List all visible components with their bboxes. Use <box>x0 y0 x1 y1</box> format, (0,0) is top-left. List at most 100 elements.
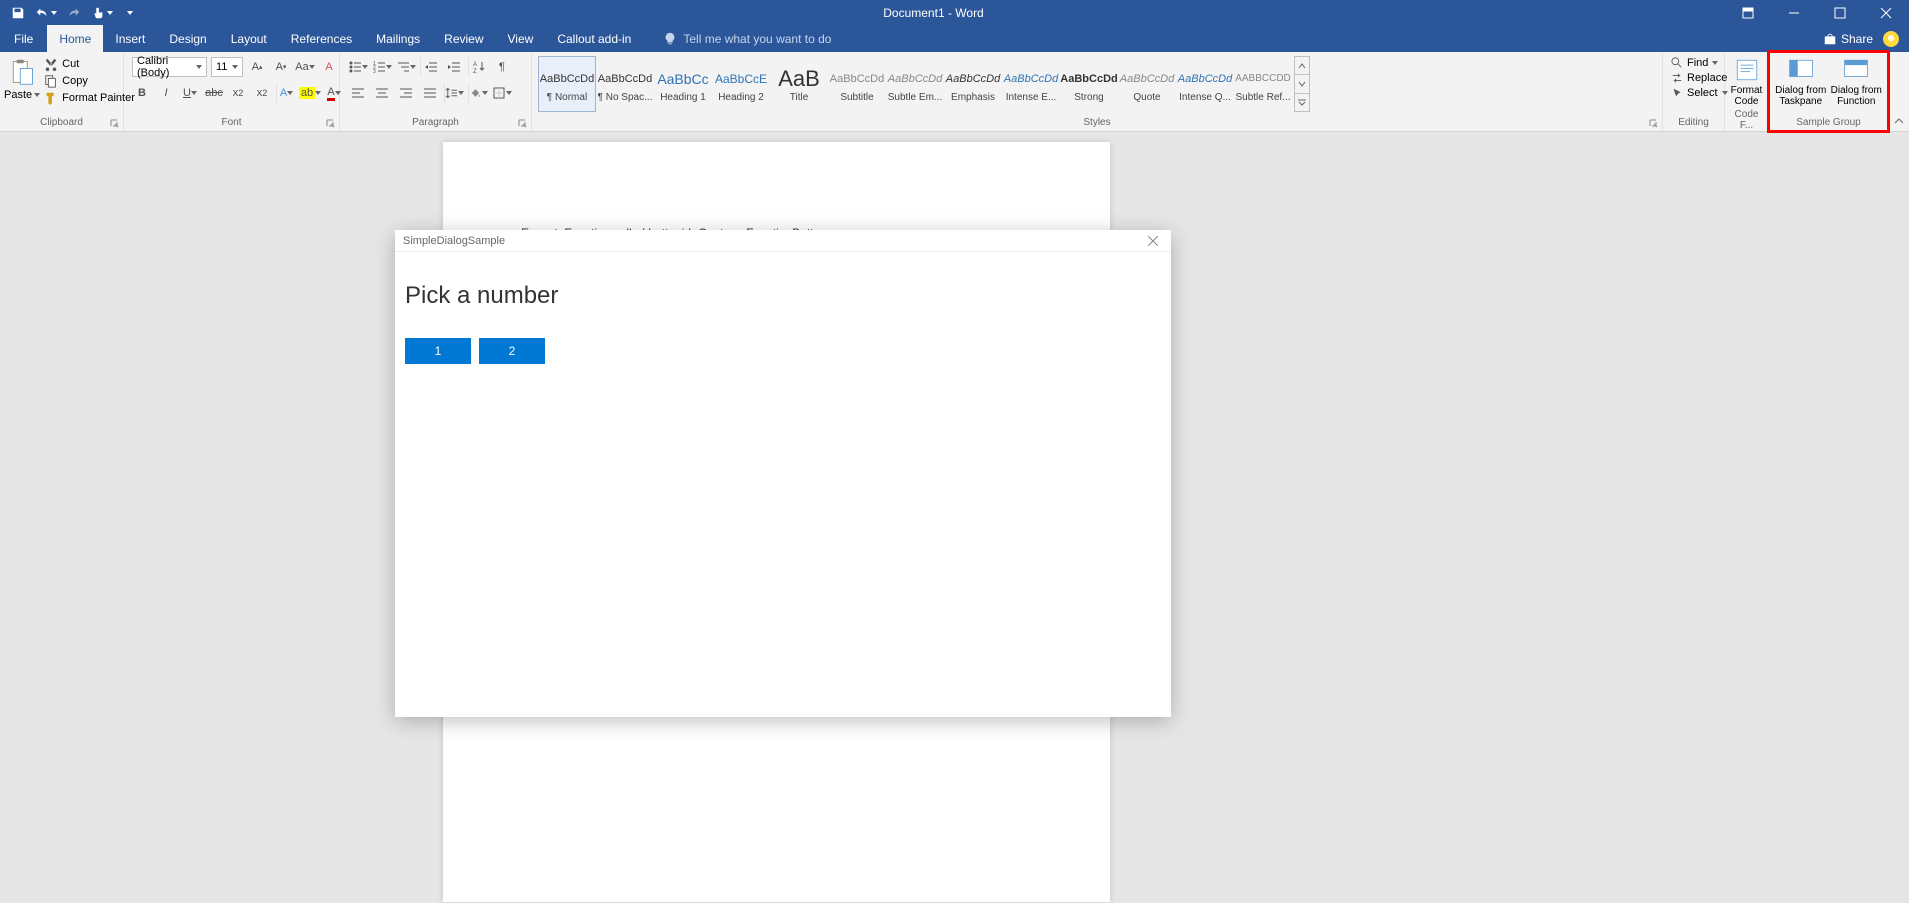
shrink-font-button[interactable]: A▾ <box>271 57 291 77</box>
group-sample: Dialog from Taskpane Dialog from Functio… <box>1769 52 1889 131</box>
numbering-button[interactable]: 123 <box>372 57 392 77</box>
style-item-5[interactable]: AaBbCcDdSubtitle <box>828 56 886 112</box>
tab-design[interactable]: Design <box>157 25 218 52</box>
align-right-button[interactable] <box>396 83 416 103</box>
tab-review[interactable]: Review <box>432 25 495 52</box>
select-button[interactable]: Select <box>1671 87 1728 99</box>
line-spacing-button[interactable] <box>444 83 464 103</box>
dialog-button-2[interactable]: 2 <box>479 338 545 364</box>
style-item-9[interactable]: AaBbCcDdStrong <box>1060 56 1118 112</box>
close-button[interactable] <box>1863 0 1909 25</box>
style-item-10[interactable]: AaBbCcDdQuote <box>1118 56 1176 112</box>
style-name: ¶ Normal <box>539 92 595 103</box>
replace-button[interactable]: Replace <box>1671 72 1728 84</box>
window-title: Document1 - Word <box>142 6 1725 20</box>
dialog-button-1[interactable]: 1 <box>405 338 471 364</box>
font-name-select[interactable]: Calibri (Body) <box>132 57 207 77</box>
touch-mode-button[interactable] <box>90 3 114 23</box>
highlight-button[interactable]: ab <box>300 83 320 103</box>
style-item-1[interactable]: AaBbCcDd¶ No Spac... <box>596 56 654 112</box>
style-item-2[interactable]: AaBbCcHeading 1 <box>654 56 712 112</box>
collapse-ribbon-button[interactable] <box>1889 52 1909 131</box>
bold-button[interactable]: B <box>132 83 152 103</box>
tab-references[interactable]: References <box>279 25 364 52</box>
minimize-button[interactable] <box>1771 0 1817 25</box>
find-button[interactable]: Find <box>1671 57 1728 69</box>
format-code-button[interactable]: Format Code <box>1729 54 1764 107</box>
ribbon-display-options[interactable] <box>1725 0 1771 25</box>
style-name: Strong <box>1061 92 1117 103</box>
copy-button[interactable]: Copy <box>44 74 135 88</box>
text-effects-button[interactable]: A <box>276 83 296 103</box>
justify-button[interactable] <box>420 83 440 103</box>
redo-button[interactable] <box>62 3 86 23</box>
format-painter-button[interactable]: Format Painter <box>44 91 135 105</box>
grow-font-button[interactable]: A▴ <box>247 57 267 77</box>
quick-access-toolbar <box>0 3 142 23</box>
font-size-select[interactable]: 11 <box>211 57 243 77</box>
style-item-6[interactable]: AaBbCcDdSubtle Em... <box>886 56 944 112</box>
tab-layout[interactable]: Layout <box>219 25 279 52</box>
tab-view[interactable]: View <box>496 25 546 52</box>
style-item-7[interactable]: AaBbCcDdEmphasis <box>944 56 1002 112</box>
paste-button[interactable]: Paste <box>4 54 40 101</box>
dialog-from-taskpane-button[interactable]: Dialog from Taskpane <box>1773 54 1829 107</box>
change-case-button[interactable]: Aa <box>295 57 315 77</box>
svg-text:3: 3 <box>373 69 376 74</box>
titlebar: Document1 - Word <box>0 0 1909 25</box>
decrease-indent-button[interactable] <box>420 57 440 77</box>
align-left-button[interactable] <box>348 83 368 103</box>
superscript-button[interactable]: x2 <box>252 83 272 103</box>
tell-me[interactable]: Tell me what you want to do <box>643 25 831 52</box>
style-item-3[interactable]: AaBbCcEHeading 2 <box>712 56 770 112</box>
strikethrough-button[interactable]: abc <box>204 83 224 103</box>
style-item-0[interactable]: AaBbCcDd¶ Normal <box>538 56 596 112</box>
style-item-8[interactable]: AaBbCcDdIntense E... <box>1002 56 1060 112</box>
borders-button[interactable] <box>492 83 512 103</box>
paragraph-launcher[interactable] <box>517 117 529 129</box>
undo-button[interactable] <box>34 3 58 23</box>
dialog-close-button[interactable] <box>1143 231 1163 251</box>
align-center-button[interactable] <box>372 83 392 103</box>
cut-button[interactable]: Cut <box>44 57 135 71</box>
dialog-from-function-button[interactable]: Dialog from Function <box>1829 54 1885 107</box>
tab-file[interactable]: File <box>0 25 47 52</box>
maximize-button[interactable] <box>1817 0 1863 25</box>
group-code-format: Format Code Code F... <box>1725 52 1769 131</box>
format-code-icon <box>1733 57 1761 83</box>
underline-button[interactable]: U <box>180 83 200 103</box>
style-item-4[interactable]: AaBTitle <box>770 56 828 112</box>
clipboard-launcher[interactable] <box>109 117 121 129</box>
outdent-icon <box>424 60 438 74</box>
feedback-icon[interactable]: ☻ <box>1883 31 1899 47</box>
share-button[interactable]: Share <box>1823 32 1873 46</box>
multilevel-list-button[interactable] <box>396 57 416 77</box>
subscript-button[interactable]: x2 <box>228 83 248 103</box>
tab-callout-addin[interactable]: Callout add-in <box>545 25 643 52</box>
tab-home[interactable]: Home <box>47 25 103 52</box>
italic-button[interactable]: I <box>156 83 176 103</box>
style-item-12[interactable]: AABBCCDDSubtle Ref... <box>1234 56 1292 112</box>
shading-button[interactable] <box>468 83 488 103</box>
tab-insert[interactable]: Insert <box>103 25 157 52</box>
clear-formatting-button[interactable]: A <box>319 57 339 77</box>
save-button[interactable] <box>6 3 30 23</box>
bullets-button[interactable] <box>348 57 368 77</box>
styles-launcher[interactable] <box>1648 117 1660 129</box>
dialog-titlebar[interactable]: SimpleDialogSample <box>395 230 1171 252</box>
sort-button[interactable]: AZ <box>468 57 488 77</box>
bullets-icon <box>348 60 362 74</box>
styles-more[interactable] <box>1295 94 1309 111</box>
tab-mailings[interactable]: Mailings <box>364 25 432 52</box>
show-marks-button[interactable]: ¶ <box>492 57 512 77</box>
styles-gallery[interactable]: AaBbCcDd¶ NormalAaBbCcDd¶ No Spac...AaBb… <box>536 54 1312 114</box>
increase-indent-button[interactable] <box>444 57 464 77</box>
font-launcher[interactable] <box>325 117 337 129</box>
style-name: Subtle Em... <box>887 92 943 103</box>
style-item-11[interactable]: AaBbCcDdIntense Q... <box>1176 56 1234 112</box>
styles-up[interactable] <box>1295 57 1309 75</box>
group-styles: AaBbCcDd¶ NormalAaBbCcDd¶ No Spac...AaBb… <box>532 52 1663 131</box>
qat-customize[interactable] <box>118 3 142 23</box>
styles-down[interactable] <box>1295 75 1309 93</box>
replace-icon <box>1671 72 1683 84</box>
